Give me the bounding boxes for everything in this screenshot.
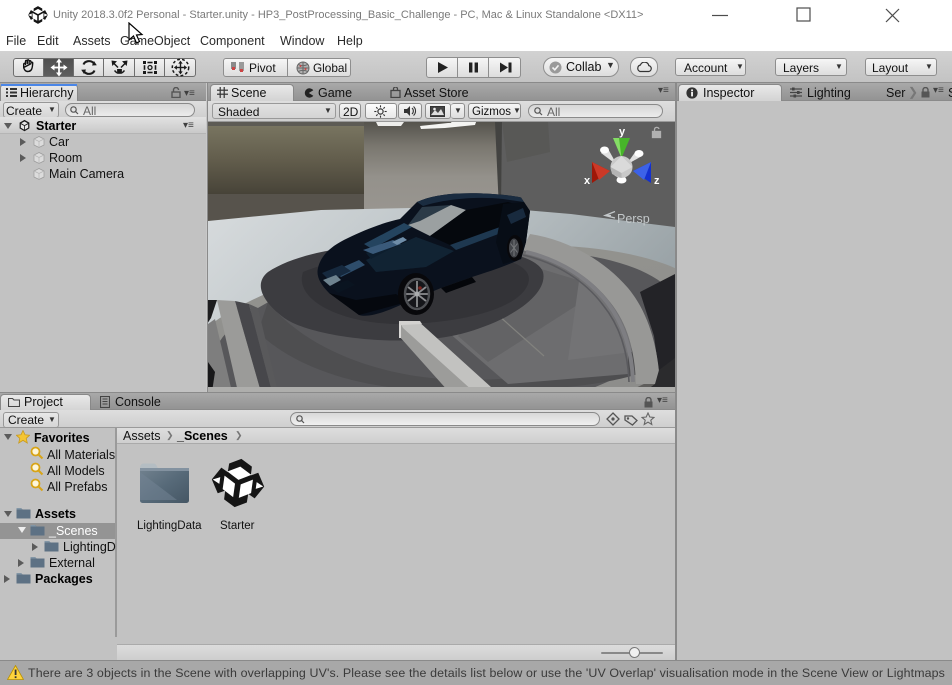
svg-text:x: x: [584, 175, 591, 187]
svg-text:y: y: [619, 126, 626, 138]
svg-text:Persp: Persp: [617, 212, 650, 226]
svg-text:z: z: [654, 175, 660, 187]
